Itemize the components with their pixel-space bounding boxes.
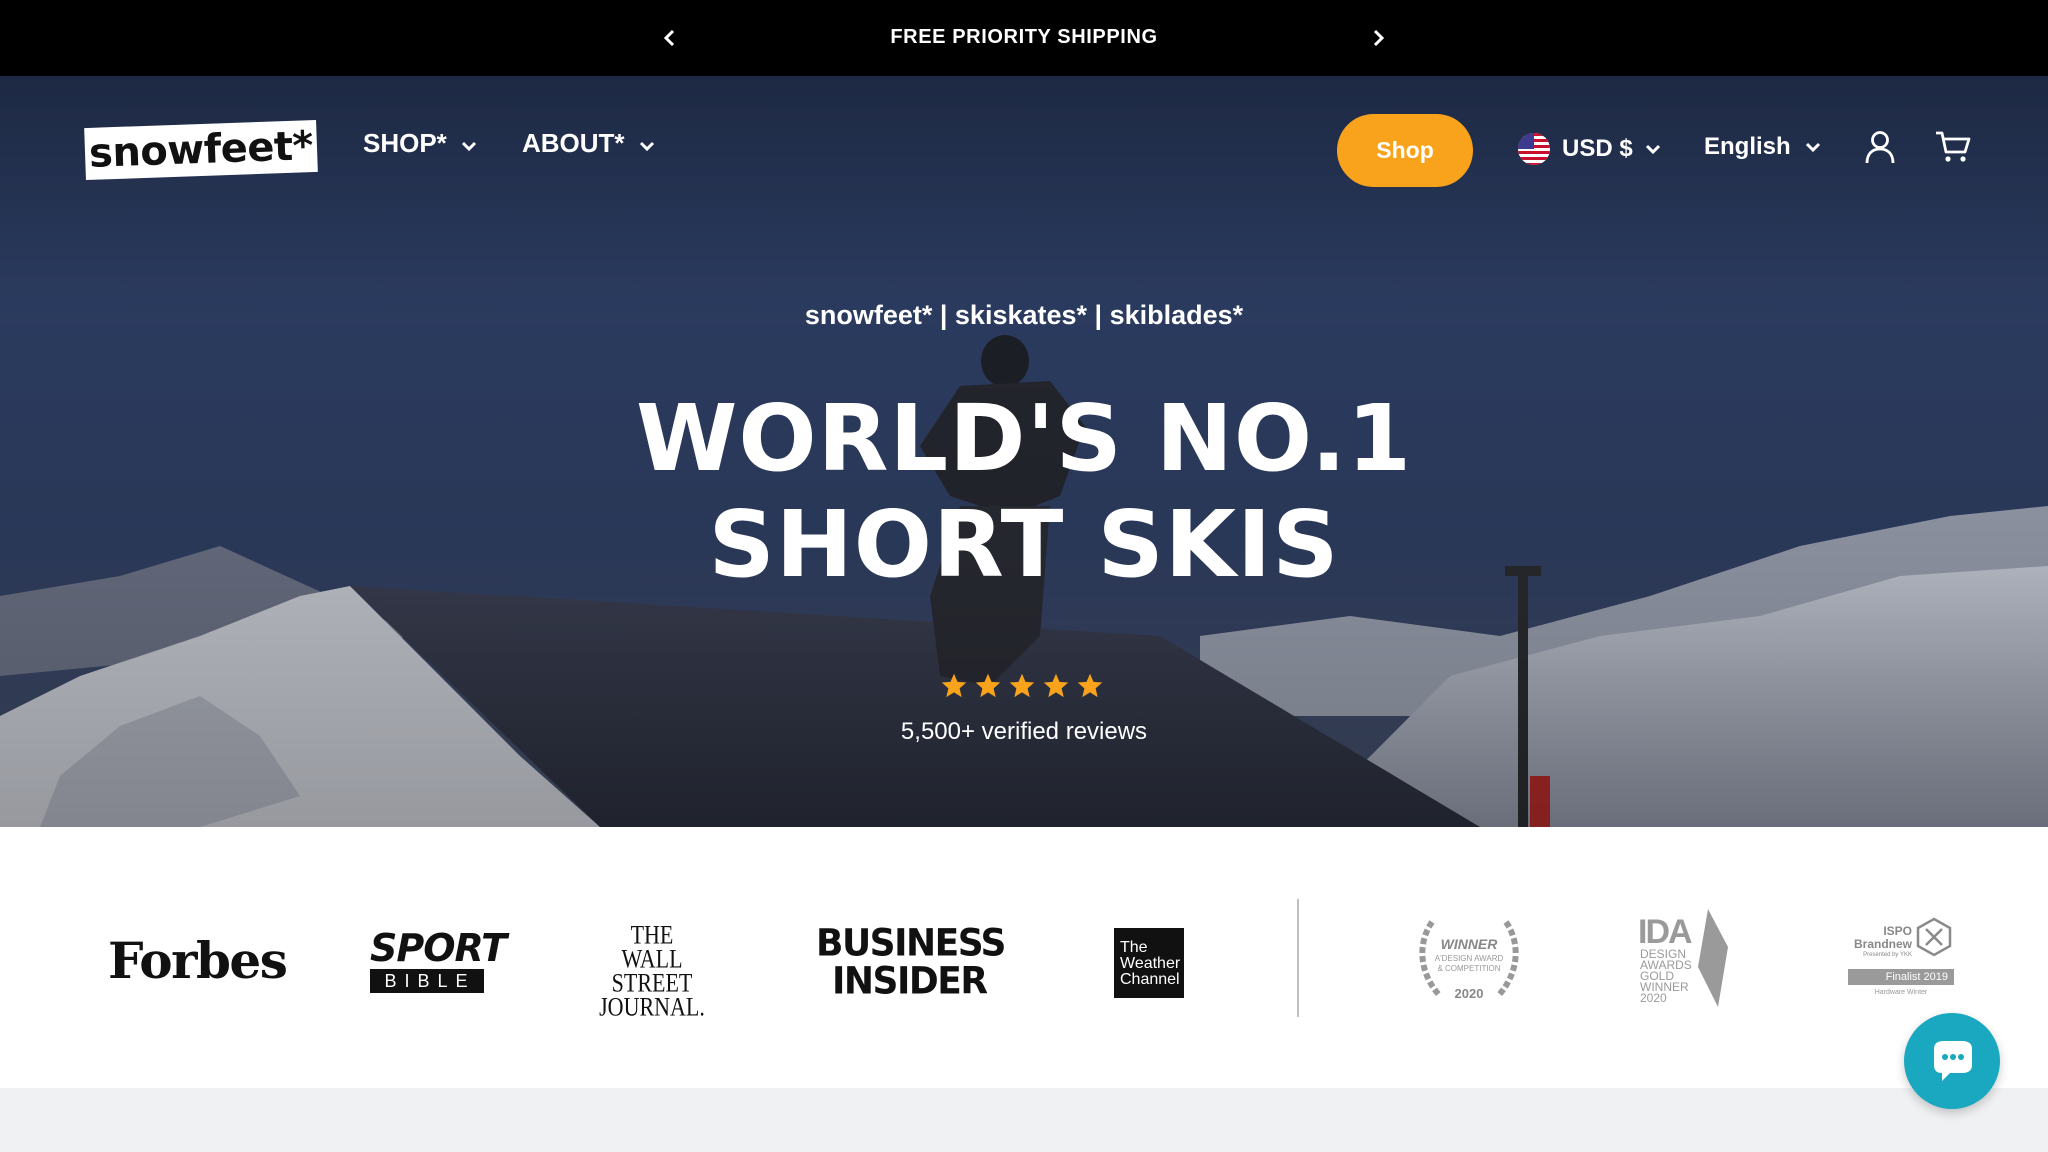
announcement-bar: FREE PRIORITY SHIPPING bbox=[0, 0, 2048, 76]
ispo-award-badge: ISPO Brandnew Presented by YKK Finalist … bbox=[1846, 917, 1956, 1001]
chevron-down-icon bbox=[1645, 144, 1660, 155]
star-icon bbox=[1043, 673, 1069, 698]
award3-l4: Finalist 2019 bbox=[1848, 969, 1954, 985]
hero-title: WORLD'S NO.1 SHORT SKIS bbox=[0, 386, 2048, 598]
currency-label: USD $ bbox=[1562, 135, 1633, 162]
divider bbox=[1297, 899, 1299, 1017]
star-icon bbox=[941, 673, 967, 698]
hero-title-line1: WORLD'S NO.1 bbox=[635, 385, 1413, 492]
chevron-down-icon bbox=[639, 141, 654, 151]
nav-shop[interactable]: SHOP* bbox=[363, 128, 477, 159]
logo-text: snowfeet* bbox=[88, 123, 314, 177]
award1-year: 2020 bbox=[1454, 986, 1484, 1001]
rating-stars bbox=[940, 672, 1104, 700]
language-label: English bbox=[1704, 133, 1791, 160]
star-icon bbox=[975, 673, 1001, 698]
award3-l5: Hardware Winter bbox=[1874, 989, 1928, 996]
nav-about-label: ABOUT* bbox=[522, 128, 625, 158]
bi-line2: INSIDER bbox=[832, 959, 988, 1003]
nav-about[interactable]: ABOUT* bbox=[522, 128, 655, 159]
sport-bible-bottom: BIBLE bbox=[370, 969, 484, 993]
press-logos-strip: Forbes SPORT BIBLE THE WALL STREET JOURN… bbox=[0, 827, 2048, 1088]
weather-line1: The bbox=[1120, 939, 1148, 956]
award2-title: IDA bbox=[1638, 913, 1693, 951]
forbes-logo: Forbes bbox=[108, 931, 288, 990]
business-insider-logo: BUSINESS INSIDER bbox=[816, 922, 1006, 1003]
star-icon bbox=[1077, 673, 1103, 698]
language-selector[interactable]: English bbox=[1704, 133, 1821, 161]
us-flag-icon bbox=[1518, 133, 1550, 165]
ispo-hexagon-icon bbox=[1916, 917, 1952, 957]
award2-l5: 2020 bbox=[1640, 991, 1667, 1005]
nav-shop-label: SHOP* bbox=[363, 128, 447, 158]
hero-title-line2: SHORT SKIS bbox=[708, 491, 1340, 598]
ida-award-badge: IDA DESIGN AWARDS GOLD WINNER 2020 bbox=[1638, 907, 1738, 1011]
announcement-text: FREE PRIORITY SHIPPING bbox=[890, 26, 1158, 48]
cart-icon[interactable] bbox=[1934, 130, 1972, 169]
award2-text: DESIGN AWARDS GOLD WINNER 2020 bbox=[1640, 948, 1692, 1005]
award1-sub: A'DESIGN AWARD & COMPETITION bbox=[1410, 954, 1528, 974]
award1-sub2: & COMPETITION bbox=[1437, 964, 1501, 973]
currency-selector[interactable]: USD $ bbox=[1518, 133, 1661, 165]
chat-bubble-icon bbox=[1934, 1041, 1972, 1081]
weather-line2: Weather bbox=[1120, 955, 1181, 972]
chat-button[interactable] bbox=[1904, 1013, 2000, 1109]
bi-line1: BUSINESS bbox=[816, 922, 1006, 966]
weather-line3: Channel bbox=[1120, 971, 1180, 988]
weather-channel-logo: The Weather Channel bbox=[1114, 928, 1184, 998]
sport-bible-logo: SPORT BIBLE bbox=[370, 926, 507, 993]
shop-button[interactable]: Shop bbox=[1337, 114, 1473, 187]
user-icon[interactable] bbox=[1864, 130, 1896, 169]
award1-sub1: A'DESIGN AWARD bbox=[1434, 954, 1504, 963]
award3-l3: Presented by YKK bbox=[1863, 952, 1912, 958]
chevron-down-icon bbox=[461, 141, 476, 151]
snowfeet-logo[interactable]: snowfeet* bbox=[84, 119, 318, 181]
wsj-line3: JOURNAL. bbox=[599, 991, 705, 1022]
hero-subtitle: snowfeet* | skiskates* | skiblades* bbox=[804, 300, 1244, 330]
sport-bible-top: SPORT bbox=[370, 926, 507, 970]
chevron-right-icon[interactable] bbox=[1364, 24, 1392, 52]
award3-text: ISPO Brandnew Presented by YKK bbox=[1846, 925, 1912, 959]
star-icon bbox=[1009, 673, 1035, 698]
award1-title: WINNER bbox=[1440, 936, 1498, 952]
hero-section: snowfeet* SHOP* ABOUT* Shop USD $ Englis… bbox=[0, 76, 2048, 827]
reviews-count: 5,500+ verified reviews bbox=[900, 718, 1148, 745]
chevron-down-icon bbox=[1805, 142, 1820, 153]
award3-l2: Brandnew bbox=[1853, 937, 1912, 951]
wsj-line2: WALL STREET bbox=[611, 943, 693, 998]
wsj-logo: THE WALL STREET JOURNAL. bbox=[592, 921, 712, 1022]
adesign-award-badge: WINNER A'DESIGN AWARD & COMPETITION 2020 bbox=[1410, 912, 1528, 1004]
